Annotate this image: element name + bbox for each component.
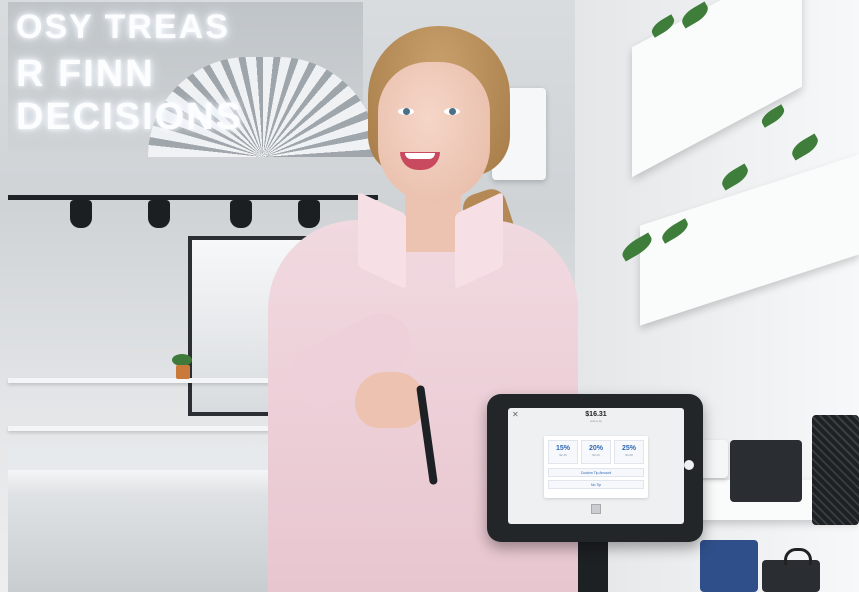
tablet-stand: [578, 540, 608, 592]
handbag-blue: [700, 540, 758, 592]
neon-sign-wall: OSY TREAS R FINN DECISIONS: [8, 2, 378, 157]
track-spotlight: [70, 200, 92, 228]
neon-sign-text: OSY TREAS R FINN DECISIONS: [16, 8, 363, 139]
track-spotlight: [298, 200, 320, 228]
track-spotlight: [148, 200, 170, 228]
plant-pot: [176, 365, 190, 379]
wall-shelf: [8, 378, 270, 383]
total-amount: $16.31: [585, 411, 607, 418]
wall-shelf: [8, 426, 270, 431]
tip-option-20[interactable]: 20% $3.26: [581, 440, 611, 464]
no-tip-button[interactable]: No Tip: [548, 480, 644, 489]
tip-amount: $4.08: [625, 453, 633, 457]
woman-hand: [355, 372, 425, 428]
store-photo: OSY TREAS R FINN DECISIONS ✕ $16.31 Add …: [0, 0, 859, 592]
woman-teeth: [405, 153, 435, 159]
tip-percent: 25%: [621, 445, 636, 452]
tablet-screen: ✕ $16.31 Add a tip 15% $2.45 20% $3.26 2…: [508, 408, 684, 524]
handbag-black: [730, 440, 802, 502]
bag-handle: [784, 548, 812, 565]
custom-tip-button[interactable]: Custom Tip Amount: [548, 468, 644, 477]
handbag-quilted: [812, 415, 859, 525]
light-track: [8, 195, 378, 200]
tablet-home-button[interactable]: [684, 460, 694, 470]
tip-options-card: 15% $2.45 20% $3.26 25% $4.08 Custom Tip…: [544, 436, 648, 498]
woman-eye-left: [398, 108, 414, 115]
handbag-white: [700, 440, 728, 478]
tip-amount: $3.26: [592, 453, 600, 457]
tip-amount: $2.45: [559, 453, 567, 457]
display-counter: [8, 470, 278, 592]
woman-eye-right: [444, 108, 460, 115]
neon-sign-line-2: R FINN DECISIONS: [16, 53, 244, 138]
tip-option-15[interactable]: 15% $2.45: [548, 440, 578, 464]
tip-option-25[interactable]: 25% $4.08: [614, 440, 644, 464]
tip-percent: 15%: [555, 445, 570, 452]
square-logo-icon: [591, 504, 601, 514]
tip-percent: 20%: [588, 445, 603, 452]
amount-subtitle: Add a tip: [590, 419, 602, 423]
woman-face: [378, 62, 490, 202]
track-spotlight: [230, 200, 252, 228]
neon-sign-line-1: OSY TREAS: [16, 8, 230, 46]
